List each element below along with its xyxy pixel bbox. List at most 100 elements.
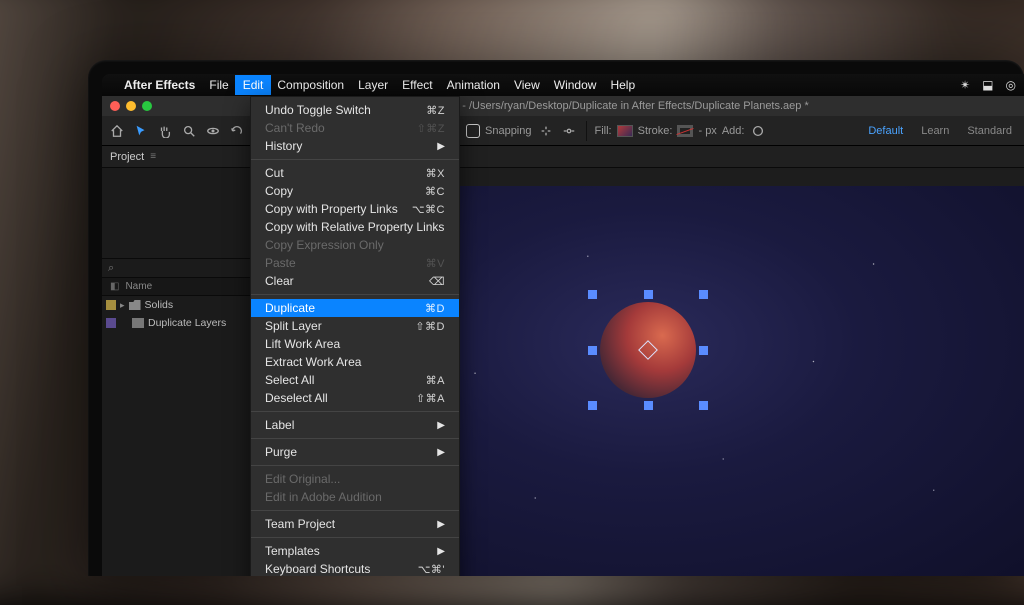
app-name[interactable]: After Effects (124, 78, 195, 92)
shortcut-label: ⌘D (425, 302, 445, 315)
menu-item-team-project[interactable]: Team Project ▶ (251, 515, 459, 533)
home-icon[interactable] (108, 122, 126, 140)
menu-item-paste: Paste ⌘V (251, 254, 459, 272)
menu-item-edit-in-adobe-audition: Edit in Adobe Audition (251, 488, 459, 506)
menu-animation[interactable]: Animation (447, 78, 500, 92)
menu-window[interactable]: Window (554, 78, 597, 92)
project-tab-label: Project (110, 151, 144, 163)
zoom-button[interactable] (142, 101, 152, 111)
zoom-tool-icon[interactable] (180, 122, 198, 140)
tray-cc-icon[interactable]: ◎ (1006, 78, 1016, 92)
menu-effect[interactable]: Effect (402, 78, 432, 92)
selection-box[interactable] (592, 294, 704, 406)
stroke-swatch[interactable] (677, 125, 693, 137)
menu-item-label: Edit in Adobe Audition (265, 490, 382, 504)
menu-item-copy-with-property-links[interactable]: Copy with Property Links⌥⌘C (251, 200, 459, 218)
menu-item-clear[interactable]: Clear⌫ (251, 272, 459, 290)
menu-item-label: Copy with Relative Property Links (265, 220, 444, 234)
submenu-arrow-icon: ▶ (437, 519, 445, 530)
snapping-group[interactable]: Snapping (466, 122, 578, 140)
menu-item-label: Can't Redo (265, 121, 325, 135)
close-button[interactable] (110, 101, 120, 111)
resize-handle[interactable] (588, 401, 597, 410)
menu-item-label[interactable]: Label▶ (251, 416, 459, 434)
shortcut-label: ⌘Z (426, 104, 445, 117)
tag-column-icon[interactable]: ◧ (110, 281, 119, 292)
project-search[interactable]: ⌕ (102, 258, 251, 278)
disclosure-icon[interactable]: ▸ (120, 300, 125, 311)
panel-menu-icon[interactable]: ≡ (150, 151, 156, 162)
menu-item-copy[interactable]: Copy⌘C (251, 182, 459, 200)
menu-item-label: Keyboard Shortcuts (265, 562, 370, 576)
menu-item-duplicate[interactable]: Duplicate⌘D (251, 299, 459, 317)
menu-item-history[interactable]: History▶ (251, 137, 459, 155)
resize-handle[interactable] (644, 401, 653, 410)
project-row-solids[interactable]: ▸ Solids (102, 296, 251, 314)
anchor-point-icon[interactable] (638, 340, 658, 360)
menu-item-lift-work-area[interactable]: Lift Work Area (251, 335, 459, 353)
menu-item-cut[interactable]: Cut⌘X (251, 164, 459, 182)
snapping-checkbox-icon[interactable] (466, 124, 480, 138)
workspace-standard[interactable]: Standard (961, 125, 1018, 137)
snap-option-icon[interactable] (537, 122, 555, 140)
snapping-label: Snapping (485, 125, 532, 137)
fill-label: Fill: (595, 125, 612, 137)
snap-option2-icon[interactable] (560, 122, 578, 140)
tray-dropbox-icon[interactable]: ⬓ (982, 78, 993, 92)
menu-item-extract-work-area[interactable]: Extract Work Area (251, 353, 459, 371)
project-name-header[interactable]: ◧ Name (102, 278, 251, 296)
menu-item-label: Paste (265, 256, 296, 270)
fill-swatch[interactable] (617, 125, 633, 137)
minimize-button[interactable] (126, 101, 136, 111)
laptop-frame: After Effects File Edit Composition Laye… (88, 60, 1024, 576)
orbit-tool-icon[interactable] (204, 122, 222, 140)
submenu-arrow-icon: ▶ (437, 546, 445, 557)
menu-file[interactable]: File (209, 78, 228, 92)
stroke-width[interactable]: - px (698, 125, 716, 137)
menu-item-undo-toggle-switch[interactable]: Undo Toggle Switch ⌘Z (251, 101, 459, 119)
menu-item-can-t-redo: Can't Redo⇧⌘Z (251, 119, 459, 137)
menu-layer[interactable]: Layer (358, 78, 388, 92)
menu-item-label: Edit Original... (265, 472, 340, 486)
resize-handle[interactable] (644, 290, 653, 299)
resize-handle[interactable] (699, 290, 708, 299)
shortcut-label: ⌘C (425, 185, 445, 198)
menu-item-copy-with-relative-property-links[interactable]: Copy with Relative Property Links (251, 218, 459, 236)
project-panel: Project ≡ ⌕ ◧ Name ▸ Solids (102, 146, 252, 576)
add-mode-icon[interactable] (749, 122, 767, 140)
workspace-learn[interactable]: Learn (915, 125, 955, 137)
shortcut-label: ⇧⌘A (416, 392, 445, 405)
tray-icon[interactable]: ✴ (960, 78, 970, 92)
workspace-default[interactable]: Default (862, 125, 909, 137)
hand-tool-icon[interactable] (156, 122, 174, 140)
menu-item-label: Templates (265, 544, 320, 558)
menu-item-keyboard-shortcuts[interactable]: Keyboard Shortcuts⌥⌘' (251, 560, 459, 576)
resize-handle[interactable] (588, 290, 597, 299)
menu-edit[interactable]: Edit (235, 75, 272, 95)
menu-view[interactable]: View (514, 78, 540, 92)
window-traffic-lights (110, 101, 152, 111)
label-swatch (106, 318, 116, 328)
menu-item-select-all[interactable]: Select All⌘A (251, 371, 459, 389)
menu-item-purge[interactable]: Purge▶ (251, 443, 459, 461)
menu-help[interactable]: Help (610, 78, 635, 92)
menu-composition[interactable]: Composition (277, 78, 344, 92)
resize-handle[interactable] (699, 401, 708, 410)
menu-item-deselect-all[interactable]: Deselect All ⇧⌘A (251, 389, 459, 407)
menu-item-label: Undo Toggle Switch (265, 103, 371, 117)
resize-handle[interactable] (588, 346, 597, 355)
project-panel-tab[interactable]: Project ≡ (102, 146, 251, 168)
menu-item-split-layer[interactable]: Split Layer⇧⌘D (251, 317, 459, 335)
folder-icon (129, 300, 141, 310)
shortcut-label: ⌘V (426, 257, 445, 270)
add-label: Add: (722, 125, 745, 137)
menu-item-label: Deselect All (265, 391, 328, 405)
menu-item-label: Team Project (265, 517, 335, 531)
selection-tool-icon[interactable] (132, 122, 150, 140)
project-row-duplicate-layers[interactable]: Duplicate Layers (102, 314, 251, 332)
name-column-label: Name (125, 281, 152, 292)
rotate-tool-icon[interactable] (228, 122, 246, 140)
menu-item-templates[interactable]: Templates ▶ (251, 542, 459, 560)
resize-handle[interactable] (699, 346, 708, 355)
menu-item-label: Copy Expression Only (265, 238, 384, 252)
